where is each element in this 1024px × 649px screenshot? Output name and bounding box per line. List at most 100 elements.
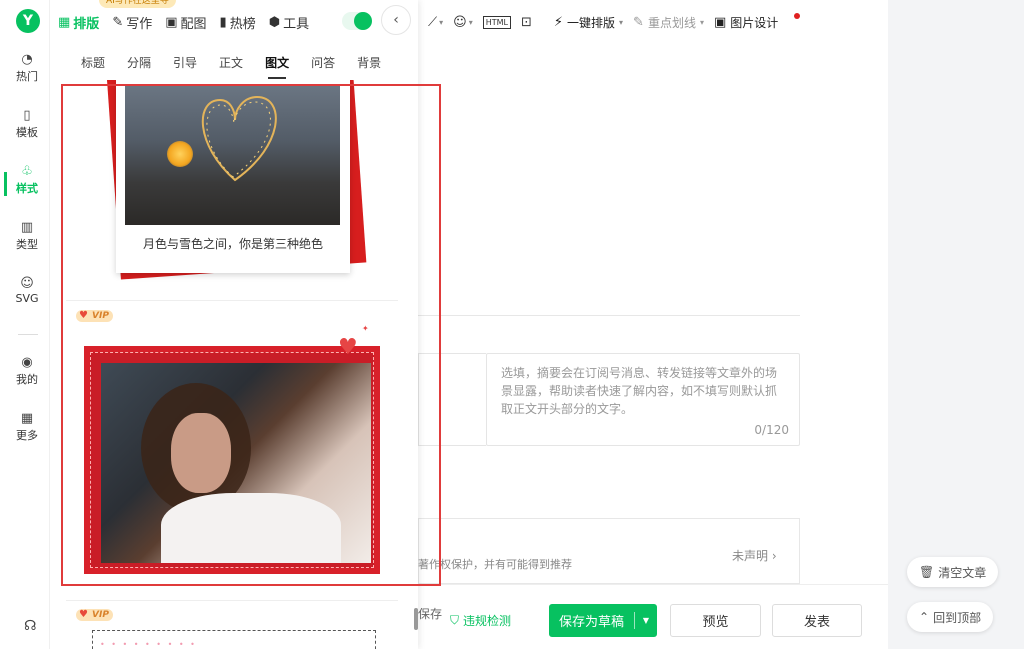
cover-image-box[interactable] [418, 353, 486, 446]
chevron-down-icon: ▾ [699, 17, 704, 27]
pen-icon: ✎ [633, 14, 644, 30]
tab-tools[interactable]: ⬢ 工具 [269, 13, 309, 32]
subtab-divider[interactable]: 分隔 [127, 54, 151, 71]
smile-icon: ☺ [20, 276, 34, 291]
style-list: 月色与雪色之间，你是第三种绝色 VIP ♥ ✦ VIP • • • • • • … [52, 80, 418, 649]
sparkle-icon: ✦ [362, 324, 369, 333]
editor-toolbar: ⟋ ▾ ☺ ▾ HTML ⊡ ⚡ 一键排版 ▾ ✎ 重点划线 ▾ ▣ 图片设计 [418, 0, 888, 44]
image-icon: ▣ [165, 14, 178, 30]
photo-shirt-shape [161, 493, 341, 563]
nav-item-label: 模板 [16, 126, 38, 139]
publish-button[interactable]: 发表 [772, 604, 862, 637]
highlight-line-button[interactable]: ✎ 重点划线 ▾ [633, 14, 704, 31]
save-status: 保存 [418, 607, 443, 621]
red-frame-inner [90, 352, 374, 568]
back-to-top-label: 回到顶部 [933, 610, 982, 625]
nav-item-hot[interactable]: ◔ 热门 [4, 52, 50, 84]
pink-dots-decoration: • • • • • • • • • [100, 640, 197, 649]
couple-photo [101, 363, 371, 563]
shield-icon: ⛉ [450, 613, 460, 627]
heart-lights-photo [125, 85, 340, 225]
summary-input[interactable]: 选填，摘要会在订阅号消息、转发链接等文章外的场景显露，帮助读者快速了解内容，如不… [486, 353, 800, 446]
summary-count: 0/120 [754, 423, 789, 437]
nav-item-svg[interactable]: ☺ SVG [4, 276, 50, 305]
style-card-red-frame[interactable] [84, 346, 380, 574]
html-icon[interactable]: HTML [482, 15, 511, 29]
subtab-guide[interactable]: 引导 [173, 54, 197, 71]
declare-description: 著作权保护，并有可能得到推荐 [418, 558, 572, 571]
heart-balloon-icon: ♥ [338, 335, 358, 360]
subtab-background[interactable]: 背景 [357, 54, 381, 71]
ai-writing-badge[interactable]: AI写作在这里寻 [99, 0, 176, 8]
tab-label: 配图 [180, 16, 207, 32]
card-divider [66, 300, 398, 301]
style-sub-tabs: 标题 分隔 引导 正文 图文 问答 背景 [52, 44, 418, 80]
image-design-label: 图片设计 [730, 15, 779, 30]
one-click-format-button[interactable]: ⚡ 一键排版 ▾ [554, 14, 623, 31]
subtab-title[interactable]: 标题 [81, 54, 105, 71]
layout-icon: ▦ [58, 14, 71, 30]
bookmark-icon: ▮ [219, 14, 227, 30]
tab-label: 排版 [73, 16, 100, 32]
tab-hot-list[interactable]: ▮ 热榜 [220, 13, 256, 32]
tab-write[interactable]: ✎ 写作 [112, 13, 152, 32]
clover-icon: ♧ [21, 164, 33, 179]
flame-icon: ◔ [21, 52, 33, 67]
nav-item-style[interactable]: ♧ 样式 [4, 164, 50, 196]
clear-article-button[interactable]: 🗑 清空文章 [907, 557, 999, 587]
image-design-button[interactable]: ▣ 图片设计 [714, 14, 778, 31]
nav-item-label: 热门 [16, 70, 38, 83]
chart-icon[interactable]: ⟋ ▾ [428, 15, 443, 30]
scrollbar-thumb[interactable] [414, 608, 418, 630]
vip-badge: VIP [76, 609, 113, 621]
double-up-icon: ⌃ [919, 610, 930, 624]
cube-icon: ⬢ [268, 14, 281, 30]
notification-dot [794, 13, 800, 19]
tab-label: 热榜 [229, 16, 256, 32]
style-card-polaroid[interactable]: 月色与雪色之间，你是第三种绝色 [116, 80, 350, 273]
book-icon: ▥ [20, 220, 34, 235]
plugin-logo: Y [16, 9, 40, 33]
image-icon: ▣ [713, 14, 727, 30]
headset-icon[interactable]: ☊ [24, 618, 36, 634]
nav-item-template[interactable]: ▯ 模板 [4, 108, 50, 140]
emoji-icon[interactable]: ☺ ▾ [453, 15, 473, 30]
chevron-left-icon: ‹ [393, 12, 399, 28]
nav-item-label: 我的 [16, 373, 38, 386]
violation-check-label: 违规检测 [463, 614, 512, 628]
tab-image[interactable]: ▣ 配图 [165, 13, 206, 32]
preview-button[interactable]: 预览 [670, 604, 761, 637]
plugin-toggle[interactable] [342, 12, 372, 30]
violation-check-button[interactable]: ⛉ 违规检测 [450, 612, 511, 629]
back-to-top-button[interactable]: ⌃ 回到顶部 [907, 602, 994, 632]
summary-placeholder: 选填，摘要会在订阅号消息、转发链接等文章外的场景显露，帮助读者快速了解内容，如不… [501, 366, 778, 416]
subtab-qa[interactable]: 问答 [311, 54, 335, 71]
highlight-line-label: 重点划线 [647, 15, 696, 30]
save-draft-button[interactable]: 保存为草稿 ▼ [549, 604, 657, 637]
subtab-body[interactable]: 正文 [219, 54, 243, 71]
editor-paper [418, 44, 888, 584]
nav-item-more[interactable]: ▦ 更多 [4, 411, 50, 443]
collapse-button[interactable]: ‹ [381, 5, 411, 35]
right-panel [888, 0, 1024, 649]
card-divider [66, 600, 398, 601]
one-click-format-label: 一键排版 [567, 15, 616, 30]
declare-status[interactable]: 未声明 › [732, 547, 777, 564]
grid-icon: ▦ [20, 411, 34, 426]
save-draft-label: 保存为草稿 [558, 615, 624, 630]
trash-icon: 🗑 [919, 565, 935, 579]
plugin-nav: ◔ 热门 ▯ 模板 ♧ 样式 ▥ 类型 ☺ SVG ◉ 我的 ▦ 更多 ☊ [4, 0, 50, 649]
nav-item-type[interactable]: ▥ 类型 [4, 220, 50, 252]
polaroid-caption: 月色与雪色之间，你是第三种绝色 [142, 237, 323, 251]
nav-item-mine[interactable]: ◉ 我的 [4, 355, 50, 387]
vip-badge: VIP [76, 310, 113, 322]
nav-item-label: 更多 [16, 429, 38, 442]
tab-label: 写作 [126, 16, 153, 32]
tab-layout[interactable]: ▦ 排版 [58, 13, 99, 32]
briefcase-icon[interactable]: ⊡ [521, 15, 532, 30]
chevron-down-icon[interactable]: ▼ [635, 616, 657, 625]
toggle-knob [354, 12, 372, 30]
user-icon: ◉ [21, 355, 33, 370]
subtab-image-text[interactable]: 图文 [265, 54, 289, 79]
pen-icon: ✎ [112, 14, 124, 30]
